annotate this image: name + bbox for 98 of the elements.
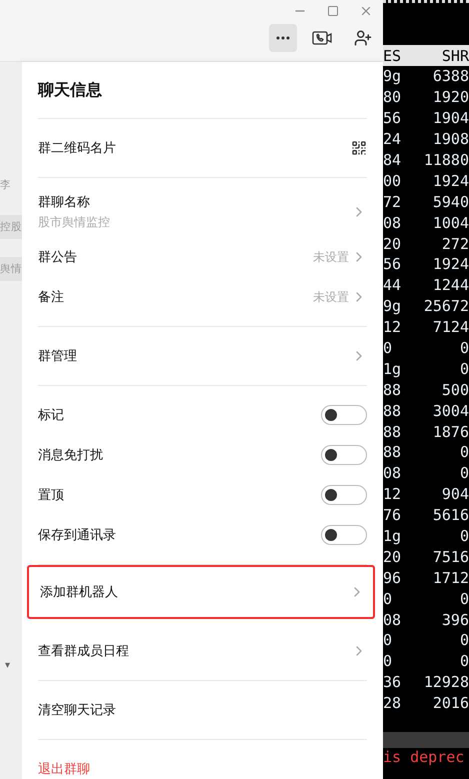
terminal-cell: 56 [383, 255, 402, 274]
terminal-cell: 1876 [432, 422, 469, 441]
terminal-cell: 9g [383, 67, 402, 86]
highlighted-row[interactable]: 添加群机器人 [27, 565, 375, 619]
column-header: SHR [442, 46, 469, 64]
chat-list-item[interactable]: 控股 [0, 215, 22, 239]
terminal-cell: 0 [460, 527, 469, 546]
terminal-cell: 88 [383, 380, 402, 399]
item-label: 置顶 [38, 487, 64, 504]
terminal-cell: 88 [383, 443, 402, 462]
item-subtitle: 股市舆情监控 [38, 214, 110, 231]
terminal-cell: 904 [442, 485, 469, 504]
video-call-icon [312, 30, 334, 46]
terminal-cell: 0 [383, 652, 392, 670]
item-label: 清空聊天记录 [38, 702, 116, 719]
terminal-cell: 20 [383, 234, 402, 253]
terminal-cell: 0 [460, 631, 469, 650]
terminal-cell: 0 [460, 590, 469, 608]
terminal-cell: 3004 [432, 402, 469, 420]
terminal-cell: 1920 [432, 88, 469, 106]
terminal-cell: 1004 [432, 214, 469, 232]
chat-list-item[interactable]: 舆情 [0, 257, 22, 281]
terminal-cell: 9g [383, 297, 402, 316]
item-label: 保存到通讯录 [38, 527, 116, 544]
terminal-cell: 56 [383, 109, 402, 128]
more-icon [276, 36, 290, 40]
terminal-cell: 0 [383, 590, 392, 608]
terminal-cell: 08 [383, 464, 402, 482]
warning-text: is deprec [383, 748, 466, 766]
item-label: 群公告 [38, 249, 77, 266]
item-label: 消息免打扰 [38, 447, 103, 464]
terminal-cell: 12928 [424, 673, 469, 692]
terminal-cell: 76 [383, 506, 402, 524]
terminal-cell: 1244 [432, 276, 469, 294]
terminal-cell: 1908 [432, 130, 469, 148]
terminal-cell: 0 [460, 339, 469, 358]
terminal-cell: 1712 [432, 568, 469, 587]
setting-value: 未设置 [313, 248, 349, 266]
toggle-switch[interactable] [321, 485, 367, 505]
qr-code-icon [351, 140, 367, 156]
terminal-cell: 00 [383, 172, 402, 190]
more-button[interactable] [269, 24, 297, 52]
terminal-cell: 08 [383, 214, 402, 232]
terminal-cell: 5616 [432, 506, 469, 524]
setting-value: 未设置 [313, 288, 349, 306]
item-label: 群聊名称 [38, 195, 90, 210]
terminal-cell: 20 [383, 548, 402, 566]
item-label: 标记 [38, 407, 64, 424]
item-label: 群二维码名片 [38, 140, 116, 157]
terminal-cell: 0 [460, 360, 469, 378]
terminal-cell: 0 [383, 339, 392, 358]
terminal-cell: 1924 [432, 255, 469, 274]
terminal-cell: 0 [383, 631, 392, 650]
terminal-cell: 2016 [432, 694, 469, 712]
terminal-cell: 72 [383, 192, 402, 211]
terminal-cell: 44 [383, 276, 402, 294]
close-icon[interactable] [359, 4, 373, 18]
terminal-cell: 84 [383, 151, 402, 169]
terminal-cell: 96 [383, 568, 402, 587]
dropdown-caret[interactable]: ▾ [5, 660, 10, 671]
terminal-cell: 36 [383, 673, 402, 692]
terminal-cell: 12 [383, 485, 402, 504]
panel-title: 聊天信息 [38, 62, 367, 119]
item-label: 备注 [38, 289, 64, 306]
item-label: 添加群机器人 [40, 584, 118, 601]
item-label: 查看群成员日程 [38, 643, 129, 660]
terminal-cell: 1924 [432, 172, 469, 190]
item-label: 退出群聊 [38, 761, 90, 778]
terminal-cell: 396 [442, 610, 469, 629]
maximize-icon[interactable] [327, 5, 339, 17]
terminal-cell: 12 [383, 318, 402, 336]
terminal-cell: 7516 [432, 548, 469, 566]
terminal-cell: 272 [442, 234, 469, 253]
terminal-cell: 88 [383, 422, 402, 441]
terminal-cell: 1g [383, 360, 402, 378]
chat-list-item[interactable]: 李 [0, 173, 22, 197]
terminal-cell: 08 [383, 610, 402, 629]
terminal-cell: 88 [383, 402, 402, 420]
terminal-cell: 28 [383, 694, 402, 712]
column-header: ES [383, 46, 402, 64]
toggle-switch[interactable] [321, 405, 367, 425]
terminal-cell: 0 [460, 652, 469, 670]
terminal-cell: 7124 [432, 318, 469, 336]
terminal-cell: 6388 [432, 67, 469, 86]
terminal-cell: 24 [383, 130, 402, 148]
toggle-switch[interactable] [321, 525, 367, 545]
terminal-cell: 25672 [424, 297, 469, 316]
terminal-cell: 1904 [432, 109, 469, 128]
terminal-cell: 0 [460, 464, 469, 482]
terminal-cell: 1g [383, 527, 402, 546]
terminal-cell: 80 [383, 88, 402, 106]
toggle-switch[interactable] [321, 445, 367, 465]
item-label: 群管理 [38, 348, 77, 365]
terminal-cell: 5940 [432, 192, 469, 211]
terminal-cell: 11880 [424, 151, 469, 169]
terminal-cell: 500 [442, 380, 469, 399]
terminal-cell: 0 [460, 443, 469, 462]
add-user-icon [354, 29, 372, 47]
